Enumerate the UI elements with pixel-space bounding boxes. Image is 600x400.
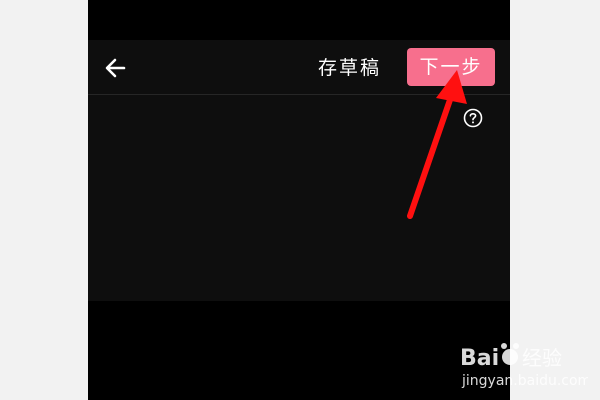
back-button[interactable]: [102, 54, 130, 82]
screenshot-stage: 存草稿 下一步 Bai 经验 jingyan.baidu.com: [0, 0, 600, 400]
help-button[interactable]: [463, 108, 483, 128]
arrow-left-icon: [105, 58, 126, 78]
phone-screen: 存草稿 下一步: [88, 0, 510, 400]
top-bar: 存草稿 下一步: [88, 40, 510, 95]
next-step-button[interactable]: 下一步: [407, 48, 495, 86]
svg-text:经验: 经验: [522, 346, 562, 370]
save-draft-button[interactable]: 存草稿: [318, 56, 381, 80]
question-circle-icon: [463, 108, 483, 128]
content-area: [88, 95, 510, 301]
